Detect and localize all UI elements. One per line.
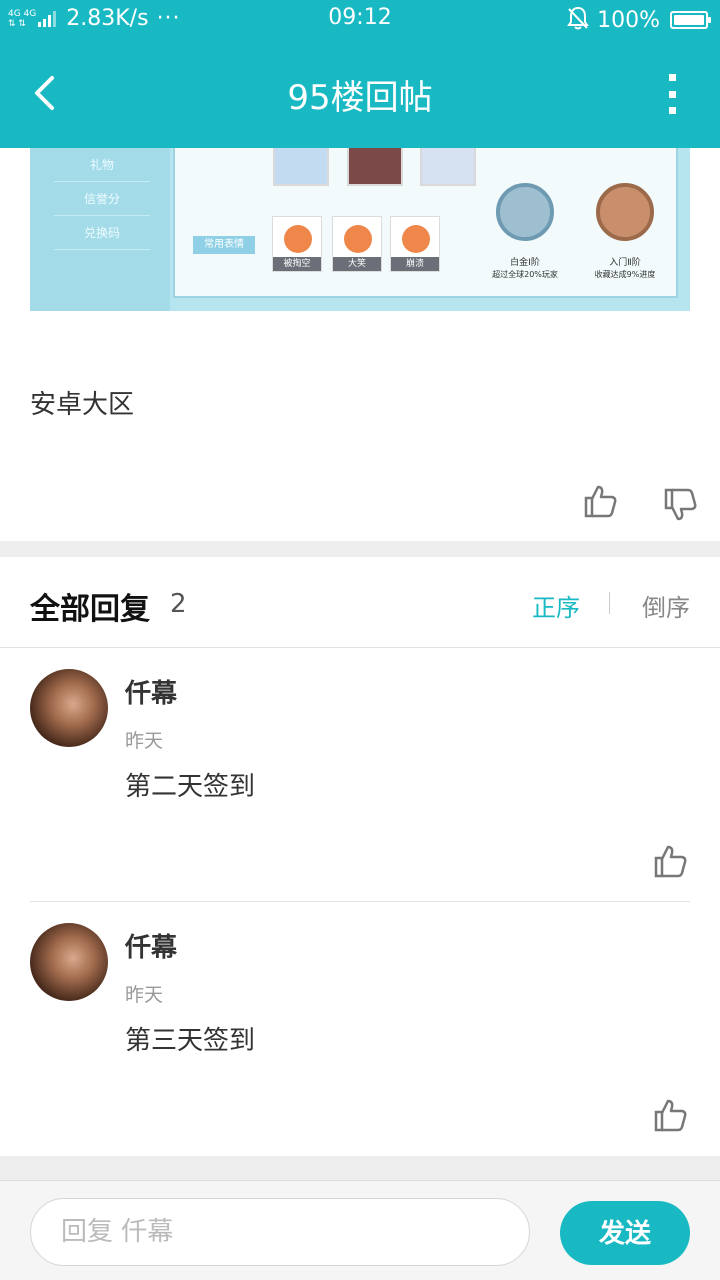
badge-label: 入门Ⅱ阶	[609, 258, 641, 268]
reply-time: 昨天	[125, 984, 164, 1006]
send-button[interactable]: 发送	[560, 1201, 690, 1265]
trophy-medal-icon	[596, 183, 654, 241]
image-sidebar-item: 兑换码	[54, 216, 150, 250]
avatar[interactable]	[30, 669, 108, 747]
more-vertical-icon[interactable]	[662, 74, 682, 114]
status-right: 100%	[567, 6, 711, 34]
header-divider	[0, 647, 720, 648]
rank-badge: 白金Ⅰ阶 超过全球20%玩家	[485, 183, 565, 293]
image-sidebar: 礼物 信誉分 兑换码	[30, 148, 170, 311]
emoji-section-label: 常用表情	[193, 236, 255, 254]
reply-author[interactable]: 仟幕	[125, 927, 177, 964]
character-thumbnail	[347, 148, 403, 186]
battery-level	[674, 15, 704, 25]
emoji-caption: 崩溃	[391, 257, 439, 271]
collection-badge: 入门Ⅱ阶 收藏达成9%进度	[585, 183, 665, 293]
badge-sub: 超过全球20%玩家	[492, 270, 558, 279]
reply-text: 第三天签到	[125, 1026, 256, 1056]
top-navbar: 95楼回帖	[0, 38, 720, 148]
image-sidebar-item: 信誉分	[54, 182, 150, 216]
post-body-text: 安卓大区	[30, 390, 135, 420]
emoji-sticker: 崩溃	[390, 216, 440, 272]
replies-count: 2	[170, 589, 187, 619]
page-title: 95楼回帖	[287, 78, 433, 118]
status-bar: 4G 4G ⇅ ⇅ 2.83K/s ··· 09:12 100%	[0, 0, 720, 38]
thumbs-up-icon[interactable]	[650, 1095, 690, 1135]
badge-label: 白金Ⅰ阶	[510, 258, 540, 268]
battery-percent: 100%	[597, 7, 660, 33]
section-divider	[0, 541, 720, 557]
thumbs-up-icon[interactable]	[650, 841, 690, 881]
post-screenshot-image[interactable]: 礼物 信誉分 兑换码 常用表情 被掏空 大笑 崩溃 白金Ⅰ阶 超过全球20%玩家…	[30, 148, 690, 311]
platinum-medal-icon	[496, 183, 554, 241]
reply-text: 第二天签到	[125, 772, 256, 802]
image-panel: 常用表情 被掏空 大笑 崩溃 白金Ⅰ阶 超过全球20%玩家 入门Ⅱ阶 收藏达成9…	[173, 148, 678, 298]
thumbs-up-icon[interactable]	[580, 481, 620, 521]
badge-sub: 收藏达成9%进度	[594, 270, 656, 279]
avatar[interactable]	[30, 923, 108, 1001]
reply-input-bar: 发送	[0, 1180, 720, 1280]
battery-icon	[670, 11, 711, 29]
character-thumbnail	[273, 148, 329, 186]
replies-title: 全部回复	[30, 592, 150, 627]
character-thumbnail	[420, 148, 476, 186]
emoji-caption: 大笑	[333, 257, 381, 271]
emoji-caption: 被掏空	[273, 257, 321, 271]
section-divider	[0, 1156, 720, 1180]
emoji-sticker: 被掏空	[272, 216, 322, 272]
bell-muted-icon	[567, 6, 589, 34]
sort-separator	[609, 592, 610, 614]
sort-descending-button[interactable]: 倒序	[642, 588, 690, 623]
reply-divider	[30, 901, 690, 902]
reply-author[interactable]: 仟幕	[125, 673, 177, 710]
reply-item[interactable]: 仟幕 昨天 第三天签到	[0, 903, 720, 1156]
sort-ascending-button[interactable]: 正序	[532, 588, 580, 623]
reply-item[interactable]: 仟幕 昨天 第二天签到	[0, 649, 720, 902]
image-sidebar-item: 礼物	[54, 148, 150, 182]
thumbs-down-icon[interactable]	[660, 485, 700, 525]
reply-time: 昨天	[125, 730, 164, 752]
emoji-sticker: 大笑	[332, 216, 382, 272]
reply-input[interactable]	[30, 1198, 530, 1266]
